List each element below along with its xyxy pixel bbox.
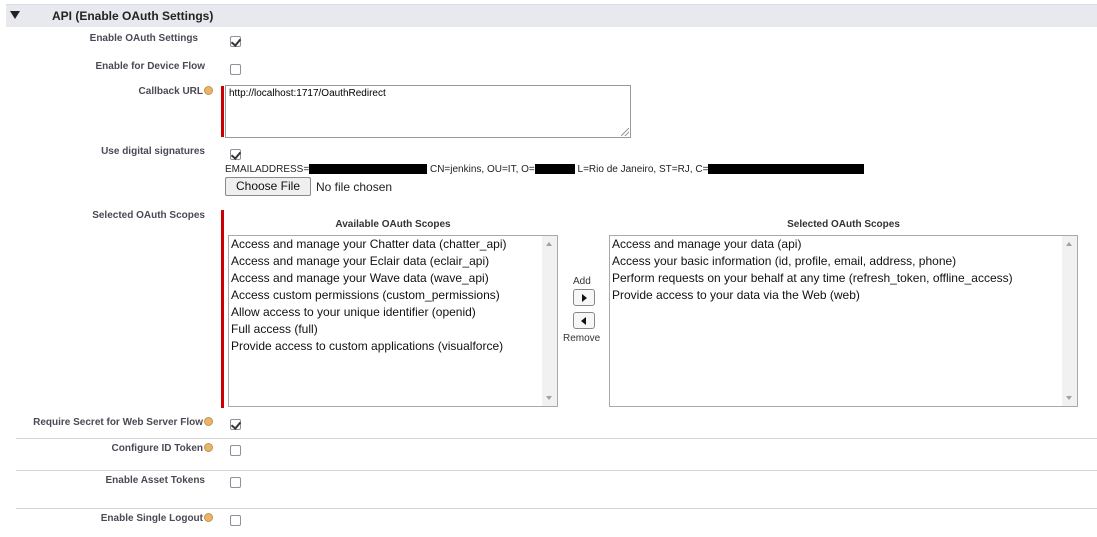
divider	[16, 470, 1097, 471]
single-logout-label-text: Enable Single Logout	[100, 513, 203, 524]
selected-scopes-header: Selected OAuth Scopes	[787, 219, 900, 230]
redaction-block	[309, 164, 428, 175]
scopes-label: Selected OAuth Scopes	[92, 210, 205, 221]
available-scope-option[interactable]: Access and manage your Wave data (wave_a…	[229, 270, 557, 287]
scrollbar[interactable]	[1062, 236, 1077, 406]
available-scope-option[interactable]: Access and manage your Chatter data (cha…	[229, 236, 557, 253]
scroll-down-icon[interactable]	[546, 396, 552, 400]
available-scopes-list[interactable]: Access and manage your Chatter data (cha…	[228, 235, 558, 407]
scrollbar[interactable]	[542, 236, 557, 406]
required-indicator	[221, 210, 224, 408]
help-icon[interactable]	[204, 512, 213, 522]
available-scope-option[interactable]: Full access (full)	[229, 321, 557, 338]
redaction-block	[534, 164, 575, 175]
require-secret-label: Require Secret for Web Server Flow	[33, 416, 213, 428]
asset-tokens-label: Enable Asset Tokens	[105, 475, 205, 486]
scroll-down-icon[interactable]	[1066, 396, 1072, 400]
scroll-up-icon[interactable]	[546, 242, 552, 246]
device-flow-checkbox[interactable]	[230, 64, 241, 75]
selected-scopes-list[interactable]: Access and manage your data (api) Access …	[609, 235, 1078, 407]
configure-id-token-checkbox[interactable]	[230, 445, 241, 456]
section-title: API (Enable OAuth Settings)	[52, 9, 214, 23]
callback-url-label: Callback URL	[138, 85, 213, 97]
add-label: Add	[573, 276, 591, 287]
cert-emailaddress-text: EMAILADDRESS=	[225, 164, 310, 175]
collapse-triangle-icon[interactable]	[10, 11, 20, 19]
available-scope-option[interactable]: Access and manage your Eclair data (ecla…	[229, 253, 557, 270]
redaction-block	[708, 164, 865, 175]
callback-url-field[interactable]	[225, 85, 631, 138]
device-flow-label: Enable for Device Flow	[95, 61, 205, 72]
selected-scope-option[interactable]: Provide access to your data via the Web …	[610, 287, 1077, 304]
digital-signatures-checkbox[interactable]	[230, 149, 241, 160]
single-logout-checkbox[interactable]	[230, 515, 241, 526]
single-logout-label: Enable Single Logout	[100, 512, 213, 524]
asset-tokens-checkbox[interactable]	[230, 477, 241, 488]
selected-scope-option[interactable]: Access your basic information (id, profi…	[610, 253, 1077, 270]
required-indicator	[221, 86, 224, 137]
digital-signatures-label: Use digital signatures	[101, 146, 205, 157]
require-secret-label-text: Require Secret for Web Server Flow	[33, 417, 203, 428]
add-button[interactable]	[573, 289, 595, 306]
help-icon[interactable]	[204, 85, 213, 95]
selected-scope-option[interactable]: Perform requests on your behalf at any t…	[610, 270, 1077, 287]
configure-id-token-label-text: Configure ID Token	[111, 443, 203, 454]
resize-grip-icon[interactable]	[621, 128, 629, 136]
choose-file-button[interactable]: Choose File	[225, 177, 311, 196]
cert-cn-text: CN=jenkins, OU=IT, O=	[429, 164, 535, 175]
available-scope-option[interactable]: Access custom permissions (custom_permis…	[229, 287, 557, 304]
remove-label: Remove	[563, 333, 601, 344]
selected-scope-option[interactable]: Access and manage your data (api)	[610, 236, 1077, 253]
available-scope-option[interactable]: Allow access to your unique identifier (…	[229, 304, 557, 321]
enable-oauth-checkbox[interactable]	[230, 36, 241, 47]
enable-oauth-label: Enable OAuth Settings	[89, 33, 198, 44]
available-scope-option[interactable]: Provide access to custom applications (v…	[229, 338, 557, 355]
cert-location-text: L=Rio de Janeiro, ST=RJ, C=	[577, 164, 709, 175]
scroll-up-icon[interactable]	[1066, 242, 1072, 246]
require-secret-checkbox[interactable]	[230, 419, 241, 430]
arrow-left-icon	[581, 317, 586, 325]
available-scopes-header: Available OAuth Scopes	[335, 219, 451, 230]
callback-url-label-text: Callback URL	[138, 86, 203, 97]
certificate-subject: EMAILADDRESS= CN=jenkins, OU=IT, O= L=Ri…	[225, 164, 865, 175]
help-icon[interactable]	[204, 442, 213, 452]
remove-button[interactable]	[573, 312, 595, 329]
help-icon[interactable]	[204, 416, 213, 426]
configure-id-token-label: Configure ID Token	[111, 442, 213, 454]
divider	[16, 508, 1097, 509]
file-status-text: No file chosen	[316, 180, 393, 194]
section-header[interactable]: API (Enable OAuth Settings)	[6, 4, 1097, 27]
divider	[16, 438, 1097, 439]
arrow-right-icon	[582, 294, 587, 302]
